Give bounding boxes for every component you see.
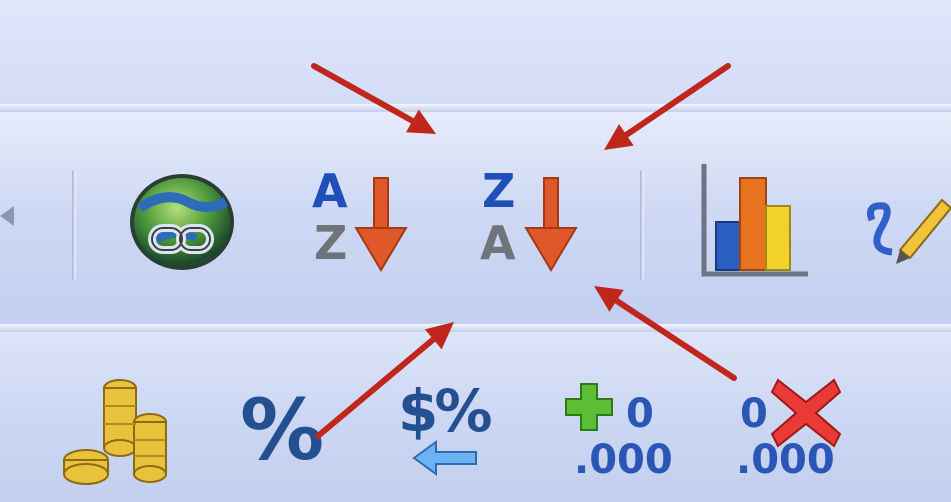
decrease-decimal-button[interactable]: 0 .000 — [730, 376, 850, 490]
digit-zero: 0 — [740, 391, 768, 437]
dollar-percent-label: $% — [398, 377, 493, 445]
decimal-places: .000 — [574, 437, 673, 483]
plus-green-icon — [565, 383, 613, 431]
digit-zero: 0 — [626, 391, 654, 437]
sort-arrow-down-icon — [354, 177, 408, 272]
sort-letter-bottom: Z — [314, 216, 348, 270]
conversion-arrow-icon — [412, 440, 477, 476]
toolbar-separator — [72, 170, 76, 280]
sort-letter-top: A — [312, 164, 348, 218]
euro-conversion-button[interactable]: $% — [396, 378, 506, 488]
chart-wizard-icon — [701, 164, 808, 277]
percent-icon: % — [240, 381, 325, 479]
toolbar-separator — [640, 170, 644, 280]
increase-decimal-button[interactable]: 0 .000 — [560, 380, 680, 490]
sort-descending-button[interactable]: Z A — [470, 164, 590, 284]
sort-letter-bottom: A — [480, 216, 516, 270]
sort-letter-top: Z — [482, 164, 516, 218]
percent-style-button[interactable]: % — [236, 382, 326, 482]
hyperlink-globe-icon — [130, 174, 234, 270]
chevron-left-icon[interactable] — [0, 196, 20, 236]
close-x-red-icon — [770, 378, 842, 448]
chart-wizard-button[interactable] — [696, 160, 812, 280]
excel-toolbar-screenshot: A Z Z A % $% 0 .000 0 .000 — [0, 0, 951, 502]
currency-style-button[interactable] — [60, 376, 176, 486]
hyperlink-button[interactable] — [126, 172, 244, 272]
sort-arrow-down-icon — [524, 177, 578, 272]
coins-currency-icon — [63, 379, 167, 485]
drawing-button[interactable] — [862, 180, 951, 270]
sort-ascending-button[interactable]: A Z — [300, 164, 420, 284]
drawing-pencil-icon — [867, 198, 951, 264]
